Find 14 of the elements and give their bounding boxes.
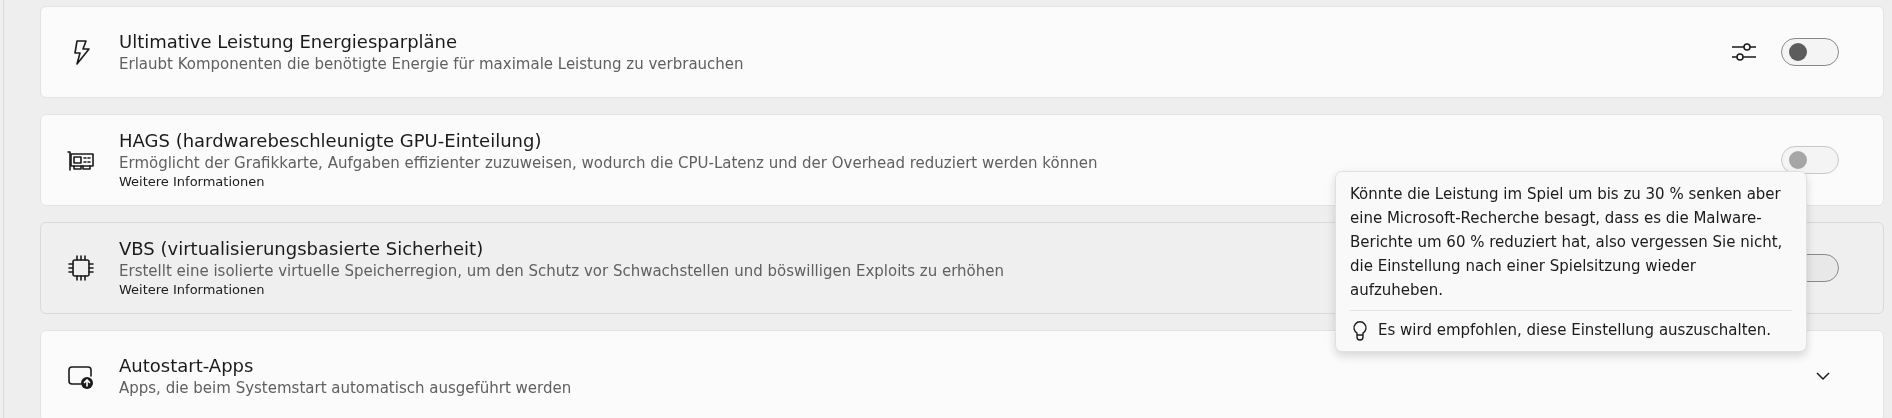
setting-title: Ultimative Leistung Energiesparpläne xyxy=(119,30,458,54)
setting-description: Erlaubt Komponenten die benötigte Energie für maximale Leistung zu verbrauchen xyxy=(119,54,744,74)
tooltip-tip: Es wird empfohlen, diese Einstellung auszuschalten. xyxy=(1378,321,1772,339)
more-info-link[interactable]: Weitere Informationen xyxy=(119,281,265,299)
lightbulb-icon xyxy=(1350,319,1370,341)
toggle-switch[interactable] xyxy=(1781,38,1839,66)
setting-title: HAGS (hardwarebeschleunigte GPU-Einteilung) xyxy=(119,129,542,153)
setting-title: VBS (virtualisierungsbasierte Sicherheit) xyxy=(119,237,484,261)
tooltip-text: Könnte die Leistung im Spiel um bis zu 30 % senken aber eine Microsoft-Recherche besagt, dass es die Malware-Berichte um 60 % reduziert hat, also vergessen Sie nicht, die Einstellung nach einer Spielsitzung wieder aufzuheben. xyxy=(1350,184,1784,301)
setting-description: Apps, die beim Systemstart automatisch ausgeführt werden xyxy=(119,378,572,398)
chip-icon xyxy=(65,252,97,284)
setting-description: Erstellt eine isolierte virtuelle Speicherregion, um den Schutz vor Schwachstellen und böswilligen Exploits zu erhöhen xyxy=(119,261,1004,281)
setting-title: Autostart-Apps xyxy=(119,354,254,378)
setting-description: Ermöglicht der Grafikkarte, Aufgaben effizienter zuzuweisen, wodurch die CPU-Latenz und der Overhead reduziert werden können xyxy=(119,153,1098,173)
